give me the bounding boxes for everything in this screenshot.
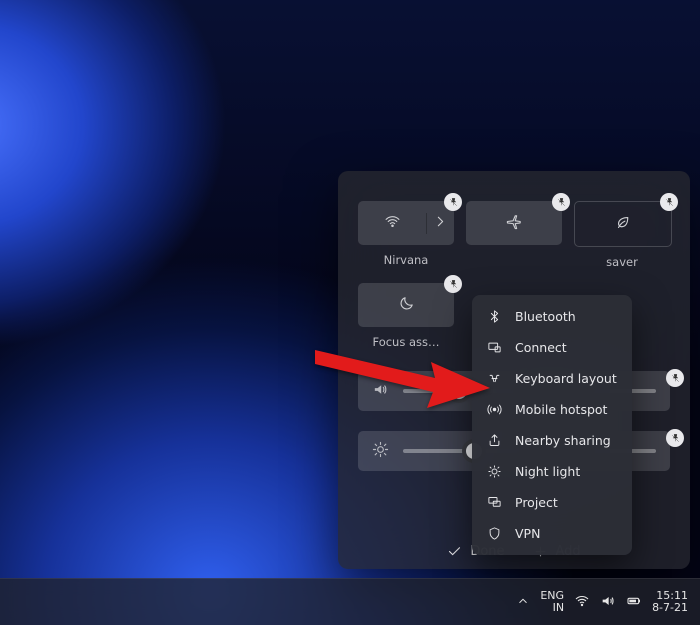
menu-item-label: VPN bbox=[515, 526, 540, 541]
add-quick-action-menu: Bluetooth Connect Keyboard layout Mobile… bbox=[472, 295, 632, 555]
lang-bottom: IN bbox=[553, 602, 564, 614]
moon-icon bbox=[398, 295, 415, 316]
menu-item-label: Bluetooth bbox=[515, 309, 576, 324]
menu-item-label: Mobile hotspot bbox=[515, 402, 607, 417]
wifi-expand[interactable] bbox=[426, 213, 454, 234]
airplane-toggle[interactable] bbox=[466, 201, 562, 245]
unpin-focus-assist[interactable] bbox=[444, 275, 462, 293]
unpin-brightness[interactable] bbox=[666, 429, 684, 447]
battery-saver-toggle[interactable] bbox=[574, 201, 672, 247]
menu-item-mobile-hotspot[interactable]: Mobile hotspot bbox=[472, 394, 632, 425]
brightness-icon bbox=[372, 441, 389, 462]
connect-icon bbox=[486, 340, 503, 355]
keyboard-icon bbox=[486, 371, 503, 386]
project-icon bbox=[486, 495, 503, 510]
tile-label: Focus ass… bbox=[358, 335, 454, 349]
volume-icon bbox=[372, 381, 389, 402]
tile-wifi: Nirvana bbox=[358, 201, 454, 269]
tray-overflow-button[interactable] bbox=[516, 594, 530, 611]
unpin-volume[interactable] bbox=[666, 369, 684, 387]
hotspot-icon bbox=[486, 402, 503, 417]
menu-item-label: Nearby sharing bbox=[515, 433, 611, 448]
focus-assist-toggle[interactable] bbox=[358, 283, 454, 327]
airplane-icon bbox=[506, 213, 523, 234]
unpin-battery-saver[interactable] bbox=[660, 193, 678, 211]
menu-item-label: Project bbox=[515, 495, 558, 510]
unpin-wifi[interactable] bbox=[444, 193, 462, 211]
system-tray: ENG IN 15:11 8-7-21 bbox=[504, 590, 700, 614]
volume-thumb[interactable] bbox=[447, 379, 471, 403]
menu-item-label: Connect bbox=[515, 340, 567, 355]
menu-item-label: Night light bbox=[515, 464, 580, 479]
nightl-icon bbox=[486, 464, 503, 479]
volume-tray-icon[interactable] bbox=[600, 593, 616, 612]
menu-item-nearby-sharing[interactable]: Nearby sharing bbox=[472, 425, 632, 456]
taskbar: ENG IN 15:11 8-7-21 bbox=[0, 578, 700, 625]
chevron-right-icon bbox=[432, 213, 449, 234]
tile-label: Nirvana bbox=[358, 253, 454, 267]
language-indicator[interactable]: ENG IN bbox=[540, 590, 564, 614]
menu-item-label: Keyboard layout bbox=[515, 371, 617, 386]
wifi-icon bbox=[384, 213, 401, 234]
clock[interactable]: 15:11 8-7-21 bbox=[652, 590, 688, 614]
wifi-toggle[interactable] bbox=[358, 201, 454, 245]
menu-item-keyboard-layout[interactable]: Keyboard layout bbox=[472, 363, 632, 394]
menu-item-connect[interactable]: Connect bbox=[472, 332, 632, 363]
leaf-icon bbox=[615, 214, 632, 235]
menu-item-night-light[interactable]: Night light bbox=[472, 456, 632, 487]
menu-item-project[interactable]: Project bbox=[472, 487, 632, 518]
unpin-airplane[interactable] bbox=[552, 193, 570, 211]
battery-tray-icon[interactable] bbox=[626, 593, 642, 612]
vpn-icon bbox=[486, 526, 503, 541]
tile-airplane bbox=[466, 201, 562, 269]
tile-battery-saver: saver bbox=[574, 201, 670, 269]
menu-item-bluetooth[interactable]: Bluetooth bbox=[472, 301, 632, 332]
tile-label: saver bbox=[574, 255, 670, 269]
share-icon bbox=[486, 433, 503, 448]
date: 8-7-21 bbox=[652, 602, 688, 614]
bluetooth-icon bbox=[486, 309, 503, 324]
menu-item-vpn[interactable]: VPN bbox=[472, 518, 632, 549]
tile-focus-assist: Focus ass… bbox=[358, 283, 454, 349]
wifi-tray-icon[interactable] bbox=[574, 593, 590, 612]
